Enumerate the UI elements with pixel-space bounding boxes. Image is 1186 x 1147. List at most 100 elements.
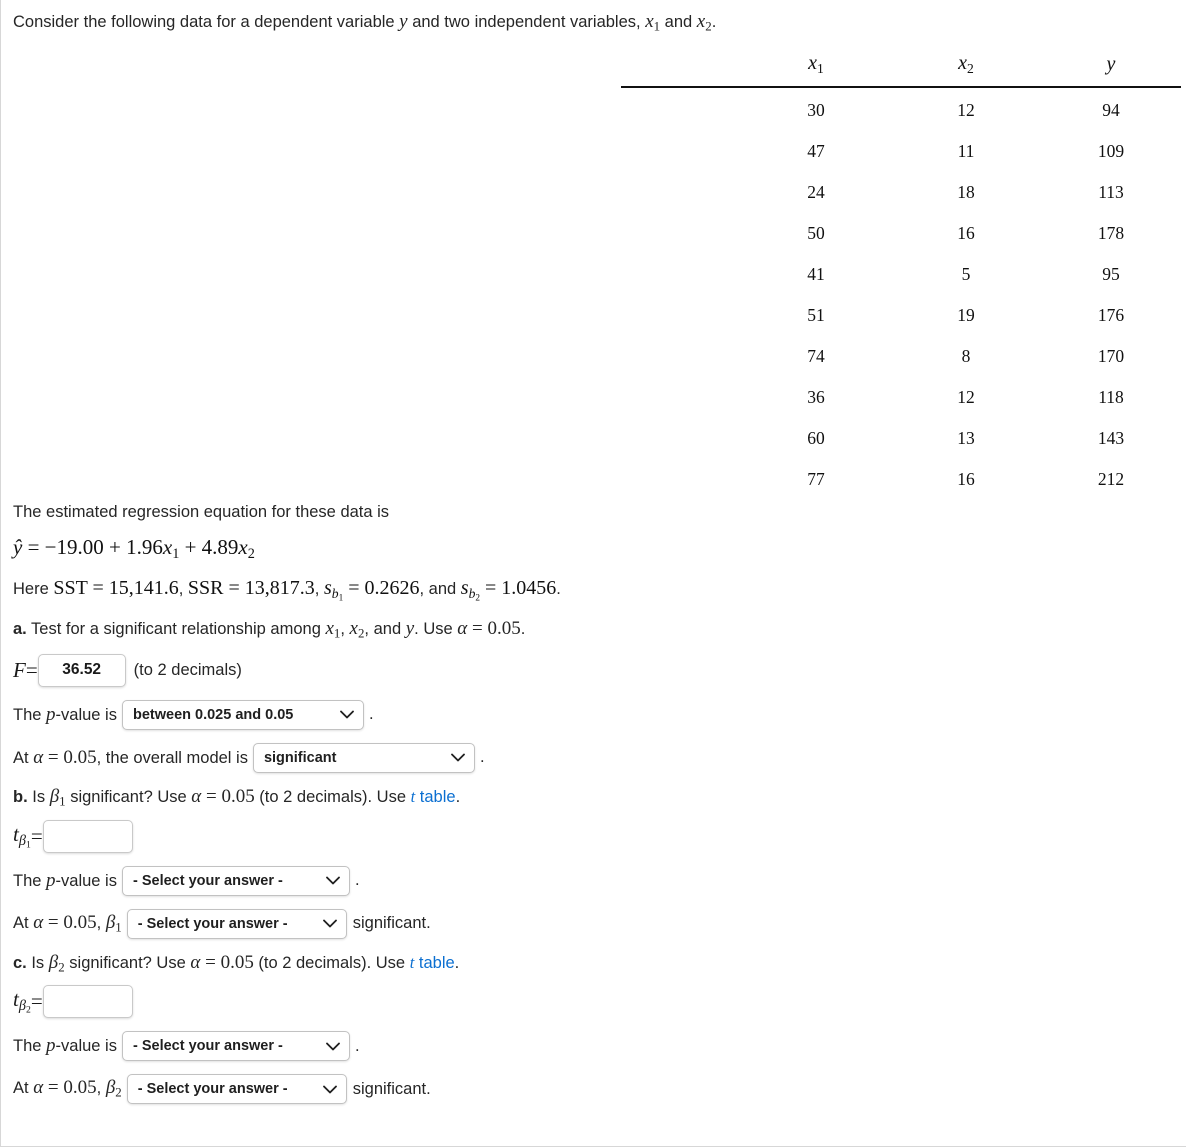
part-c-pvalue-select[interactable]: - Select your answer -: [121, 1031, 350, 1062]
table-row: 74 8 170: [621, 334, 1181, 375]
intro-var-x2: x2: [696, 11, 712, 34]
data-table-element: x1 x2 y 30 12 94 47 11 109 24 18 113 50 16 178 4…: [621, 52, 1181, 498]
t-beta1-label: tβ1: [13, 821, 31, 851]
data-table-body: 30 12 94 47 11 109 24 18 113 50 16 178 41 5 95 51 1…: [621, 87, 1181, 498]
question-body: The estimated regression equation for th…: [13, 503, 1173, 1117]
cell-x2: 5: [961, 263, 971, 284]
t-table-link-b[interactable]: t table: [411, 787, 456, 806]
chevron-down-icon: [326, 876, 340, 885]
part-a-model-period: .: [479, 748, 485, 767]
table-header-x1: x1: [741, 52, 891, 88]
row-pad: [621, 211, 741, 252]
cell-x1: 30: [807, 99, 825, 120]
part-b-conclusion-label: At α = 0.05, β1: [13, 911, 122, 935]
cell-x2: 11: [957, 140, 975, 161]
part-c-t-line: tβ2 =: [13, 985, 1173, 1019]
part-b-t-line: tβ1 =: [13, 819, 1173, 853]
part-a-model-line: At α = 0.05, the overall model is signif…: [13, 742, 1173, 773]
table-row: 41 5 95: [621, 252, 1181, 293]
part-c-conclusion-line: At α = 0.05, β2 - Select your answer - s…: [13, 1074, 1173, 1105]
table-row: 50 16 178: [621, 211, 1181, 252]
cell-x2: 12: [957, 99, 975, 120]
cell-y: 170: [1097, 345, 1125, 366]
part-c-pvalue-select-value: - Select your answer -: [132, 1038, 283, 1055]
cell-x2: 16: [957, 222, 975, 243]
cell-x2: 16: [957, 468, 975, 489]
row-pad: [621, 293, 741, 334]
part-a-model-select[interactable]: significant: [252, 742, 475, 773]
part-c-marker: c.: [13, 953, 27, 972]
part-b-conclusion-select[interactable]: - Select your answer -: [126, 908, 347, 939]
table-row: 47 11 109: [621, 129, 1181, 170]
part-c-conclusion-tail: significant.: [352, 1079, 431, 1098]
regression-equation: ŷ = −19.00 + 1.96x1 + 4.89x2: [13, 535, 255, 562]
f-hint: (to 2 decimals): [133, 660, 242, 679]
cell-x1: 47: [807, 140, 825, 161]
table-row: 24 18 113: [621, 170, 1181, 211]
cell-x1: 41: [807, 263, 825, 284]
chevron-down-icon: [340, 710, 354, 719]
f-value-input[interactable]: [37, 653, 126, 687]
cell-y: 178: [1097, 222, 1125, 243]
f-label: F: [13, 657, 26, 682]
intro-var-x1: x1: [645, 11, 661, 34]
cell-x2: 19: [957, 304, 975, 325]
part-c-pvalue-period: .: [354, 1036, 360, 1055]
intro-var-y: y: [399, 11, 408, 32]
cell-y: 109: [1097, 140, 1125, 161]
intro-statement: Consider the following data for a depend…: [13, 8, 1163, 36]
t-beta2-input[interactable]: [42, 985, 133, 1019]
cell-x1: 36: [807, 386, 825, 407]
data-table-head: x1 x2 y: [621, 52, 1181, 88]
part-b-pvalue-select[interactable]: - Select your answer -: [121, 865, 350, 896]
cell-y: 113: [1098, 181, 1124, 202]
part-c-conclusion-select[interactable]: - Select your answer -: [126, 1074, 347, 1105]
part-c-conclusion-select-value: - Select your answer -: [137, 1081, 288, 1098]
sb1-symbol: sb1: [323, 576, 344, 603]
cell-x1: 51: [807, 304, 825, 325]
table-header-row: x1 x2 y: [621, 52, 1181, 88]
part-b-marker: b.: [13, 787, 28, 806]
t-beta2-label: tβ2: [13, 987, 31, 1017]
t-beta1-input[interactable]: [42, 819, 133, 853]
intro-text-and: and: [660, 13, 697, 31]
part-c-pvalue-line: The p-value is - Select your answer - .: [13, 1031, 1173, 1062]
row-pad: [621, 416, 741, 457]
sst-ssr-line: Here SST = 15,141.6, SSR = 13,817.3, sb1…: [13, 576, 561, 603]
cell-y: 143: [1097, 427, 1125, 448]
cell-y: 94: [1102, 99, 1120, 120]
part-a-model-label: At α = 0.05, the overall model is: [13, 746, 248, 768]
row-pad: [621, 334, 741, 375]
cell-y: 212: [1097, 468, 1125, 489]
chevron-down-icon: [322, 1085, 337, 1094]
cell-x2: 12: [957, 386, 975, 407]
part-a-prompt: a. Test for a significant relationship a…: [13, 618, 526, 641]
cell-x1: 77: [807, 468, 825, 489]
intro-text-mid: and two independent variables,: [407, 13, 646, 31]
part-a-pvalue-label: The p-value is: [13, 703, 117, 725]
intro-text-end: .: [711, 13, 717, 31]
table-row: 30 12 94: [621, 87, 1181, 129]
table-row: 60 13 143: [621, 416, 1181, 457]
cell-x1: 60: [807, 427, 825, 448]
f-equals: =: [25, 657, 38, 682]
cell-x1: 50: [807, 222, 825, 243]
data-table: x1 x2 y 30 12 94 47 11 109 24 18 113 50 16 178 4…: [621, 52, 1181, 498]
cell-x1: 24: [807, 181, 825, 202]
part-a-pvalue-select-value: between 0.025 and 0.05: [132, 706, 294, 723]
t-table-link-c[interactable]: t table: [410, 953, 455, 972]
row-pad: [621, 87, 741, 129]
part-a-pvalue-select[interactable]: between 0.025 and 0.05: [121, 699, 364, 730]
chevron-down-icon: [451, 753, 465, 762]
row-pad: [621, 375, 741, 416]
row-pad: [621, 170, 741, 211]
sb2-symbol: sb2: [460, 576, 480, 603]
part-b-conclusion-line: At α = 0.05, β1 - Select your answer - s…: [13, 908, 1173, 939]
cell-y: 176: [1097, 304, 1125, 325]
table-header-x2: x2: [891, 52, 1041, 88]
part-c-conclusion-label: At α = 0.05, β2: [13, 1077, 122, 1100]
question-page: Consider the following data for a depend…: [0, 0, 1186, 1147]
part-b-pvalue-line: The p-value is - Select your answer - .: [13, 865, 1173, 896]
part-a-pvalue-period: .: [368, 705, 374, 724]
chevron-down-icon: [326, 1042, 340, 1051]
